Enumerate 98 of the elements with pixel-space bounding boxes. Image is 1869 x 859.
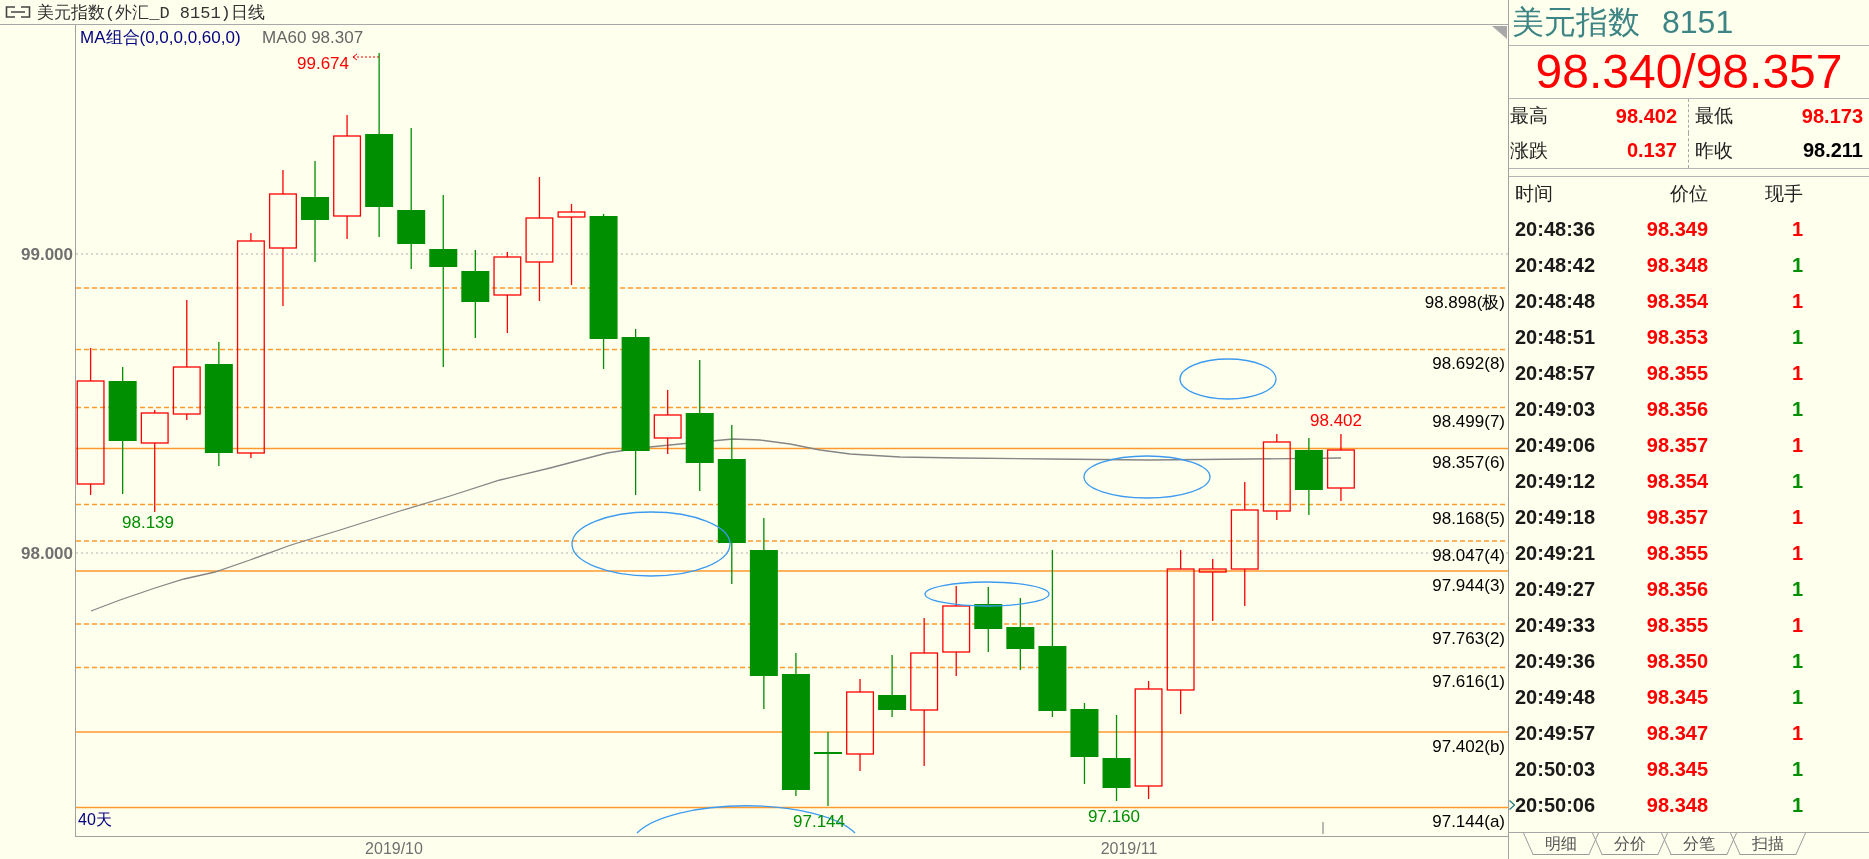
period-label: 40天 xyxy=(78,810,112,828)
volume-cell-text: 1 xyxy=(1790,325,1803,349)
time-cell-text: 20:48:48 xyxy=(1515,289,1597,313)
candlestick xyxy=(878,654,907,718)
price-cell-text: 98.357 xyxy=(1645,433,1708,457)
stat-label: 昨收 xyxy=(1695,138,1733,163)
price-level-label: 97.144(a) xyxy=(1432,812,1505,831)
candlestick xyxy=(1326,433,1355,502)
price-level-label: 98.898(极) xyxy=(1424,292,1505,312)
axis-label: 98.000 xyxy=(21,543,73,563)
price-cell-text: 98.347 xyxy=(1645,721,1708,745)
volume-cell-text: 1 xyxy=(1790,505,1803,529)
price-cell-text: 98.345 xyxy=(1645,685,1708,709)
volume-cell-text: 1 xyxy=(1790,217,1803,241)
stat-value: 98.402 xyxy=(1615,104,1677,128)
price-cell-text: 98.356 xyxy=(1645,577,1708,601)
instrument-name: 美元指数 xyxy=(1512,2,1640,42)
price-cell-text: 98.345 xyxy=(1645,757,1708,781)
time-cell-text: 20:49:12 xyxy=(1515,469,1597,493)
price-annotation: 97.160 xyxy=(1088,806,1140,826)
volume-cell-text: 1 xyxy=(1790,613,1803,637)
volume-cell-text: 1 xyxy=(1790,397,1803,421)
price-annotation: 98.139 xyxy=(122,512,174,532)
quote-price: 98.340/98.357 xyxy=(1535,48,1843,96)
column-header: 现手 xyxy=(1764,182,1803,206)
instrument-code: 8151 xyxy=(1662,4,1734,41)
candlestick xyxy=(974,586,1003,653)
moving-average-value: MA60 98.307 xyxy=(262,27,364,47)
price-level-label: 98.047(4) xyxy=(1432,545,1505,565)
stat-value: 98.173 xyxy=(1801,104,1863,128)
price-cell-text: 98.350 xyxy=(1645,649,1708,673)
candlestick xyxy=(653,389,682,455)
volume-cell-text: 1 xyxy=(1790,577,1803,601)
link-icon xyxy=(5,6,31,18)
volume-cell-text: 1 xyxy=(1790,469,1803,493)
price-cell-text: 98.356 xyxy=(1645,397,1708,421)
price-cell-text: 98.348 xyxy=(1645,793,1708,817)
time-cell-text: 20:49:48 xyxy=(1515,685,1597,709)
candlestick xyxy=(1198,558,1227,622)
price-level-label: 98.357(6) xyxy=(1432,453,1505,472)
time-cell-text: 20:49:03 xyxy=(1515,397,1597,421)
time-cell-text: 20:49:57 xyxy=(1515,721,1597,745)
stat-value: 98.211 xyxy=(1802,139,1863,162)
time-cell-text: 20:48:57 xyxy=(1515,361,1597,385)
price-cell-text: 98.348 xyxy=(1645,253,1708,277)
time-cell-text: 20:49:06 xyxy=(1515,433,1597,457)
price-level-label: 98.692(8) xyxy=(1432,354,1505,373)
price-level-label: 98.168(5) xyxy=(1432,509,1505,528)
volume-cell-text: 1 xyxy=(1790,649,1803,673)
time-cell-text: 20:48:42 xyxy=(1515,253,1597,277)
volume-cell-text: 1 xyxy=(1790,361,1803,385)
price-level-label: 97.944(3) xyxy=(1432,575,1505,595)
volume-cell-text: 1 xyxy=(1790,433,1803,457)
date-label: 2019/10 xyxy=(365,839,423,857)
volume-cell-text: 1 xyxy=(1790,757,1803,781)
stat-label: 最高 xyxy=(1510,104,1548,128)
indicator-legend: MA组合(0,0,0,0,60,0) xyxy=(80,27,241,47)
leader-arrow xyxy=(352,53,381,61)
time-cell-text: 20:49:18 xyxy=(1515,505,1597,529)
volume-cell-text: 1 xyxy=(1790,793,1803,817)
price-level-label: 97.616(1) xyxy=(1432,672,1505,691)
price-level-label: 97.402(b) xyxy=(1432,736,1505,756)
time-cell-text: 20:48:36 xyxy=(1515,217,1597,241)
price-cell-text: 98.349 xyxy=(1645,217,1708,241)
column-header: 价位 xyxy=(1669,182,1708,206)
price-annotation: 98.402 xyxy=(1310,410,1362,430)
time-cell-text: 20:49:21 xyxy=(1515,541,1597,565)
column-header: 时间 xyxy=(1515,182,1554,206)
tab[interactable]: 扫描 xyxy=(1730,833,1806,855)
volume-cell-text: 1 xyxy=(1790,685,1803,709)
date-label: 2019/11 xyxy=(1100,839,1158,857)
stat-label: 最低 xyxy=(1695,104,1733,128)
price-cell-text: 98.357 xyxy=(1645,505,1708,529)
price-annotation: 99.674 xyxy=(297,53,349,73)
time-cell-text: 20:49:36 xyxy=(1515,649,1597,673)
triangle-icon[interactable] xyxy=(1492,26,1507,39)
price-cell-text: 98.354 xyxy=(1645,289,1708,313)
stat-label: 涨跌 xyxy=(1510,138,1548,163)
volume-cell-text: 1 xyxy=(1790,541,1803,565)
position-marker xyxy=(1322,821,1324,835)
price-level-label: 97.763(2) xyxy=(1432,628,1505,648)
price-cell-text: 98.353 xyxy=(1645,325,1708,349)
window-title: 美元指数(外汇_D 8151)日线 xyxy=(37,2,265,24)
time-cell-text: 20:49:27 xyxy=(1515,577,1597,601)
price-level-label: 98.499(7) xyxy=(1432,412,1505,431)
time-cell-text: 20:49:33 xyxy=(1515,613,1597,637)
time-cell-text: 20:48:51 xyxy=(1515,325,1597,349)
time-cell-text: 20:50:03 xyxy=(1515,757,1597,781)
stat-value: 0.137 xyxy=(1626,139,1677,162)
price-cell-text: 98.355 xyxy=(1645,361,1708,385)
axis-label: 99.000 xyxy=(21,244,73,264)
volume-cell-text: 1 xyxy=(1790,253,1803,277)
price-cell-text: 98.355 xyxy=(1645,613,1708,637)
price-cell-text: 98.355 xyxy=(1645,541,1708,565)
price-cell-text: 98.354 xyxy=(1645,469,1708,493)
volume-cell-text: 1 xyxy=(1790,289,1803,313)
volume-cell-text: 1 xyxy=(1790,721,1803,745)
time-cell-text: 20:50:06 xyxy=(1515,793,1597,817)
